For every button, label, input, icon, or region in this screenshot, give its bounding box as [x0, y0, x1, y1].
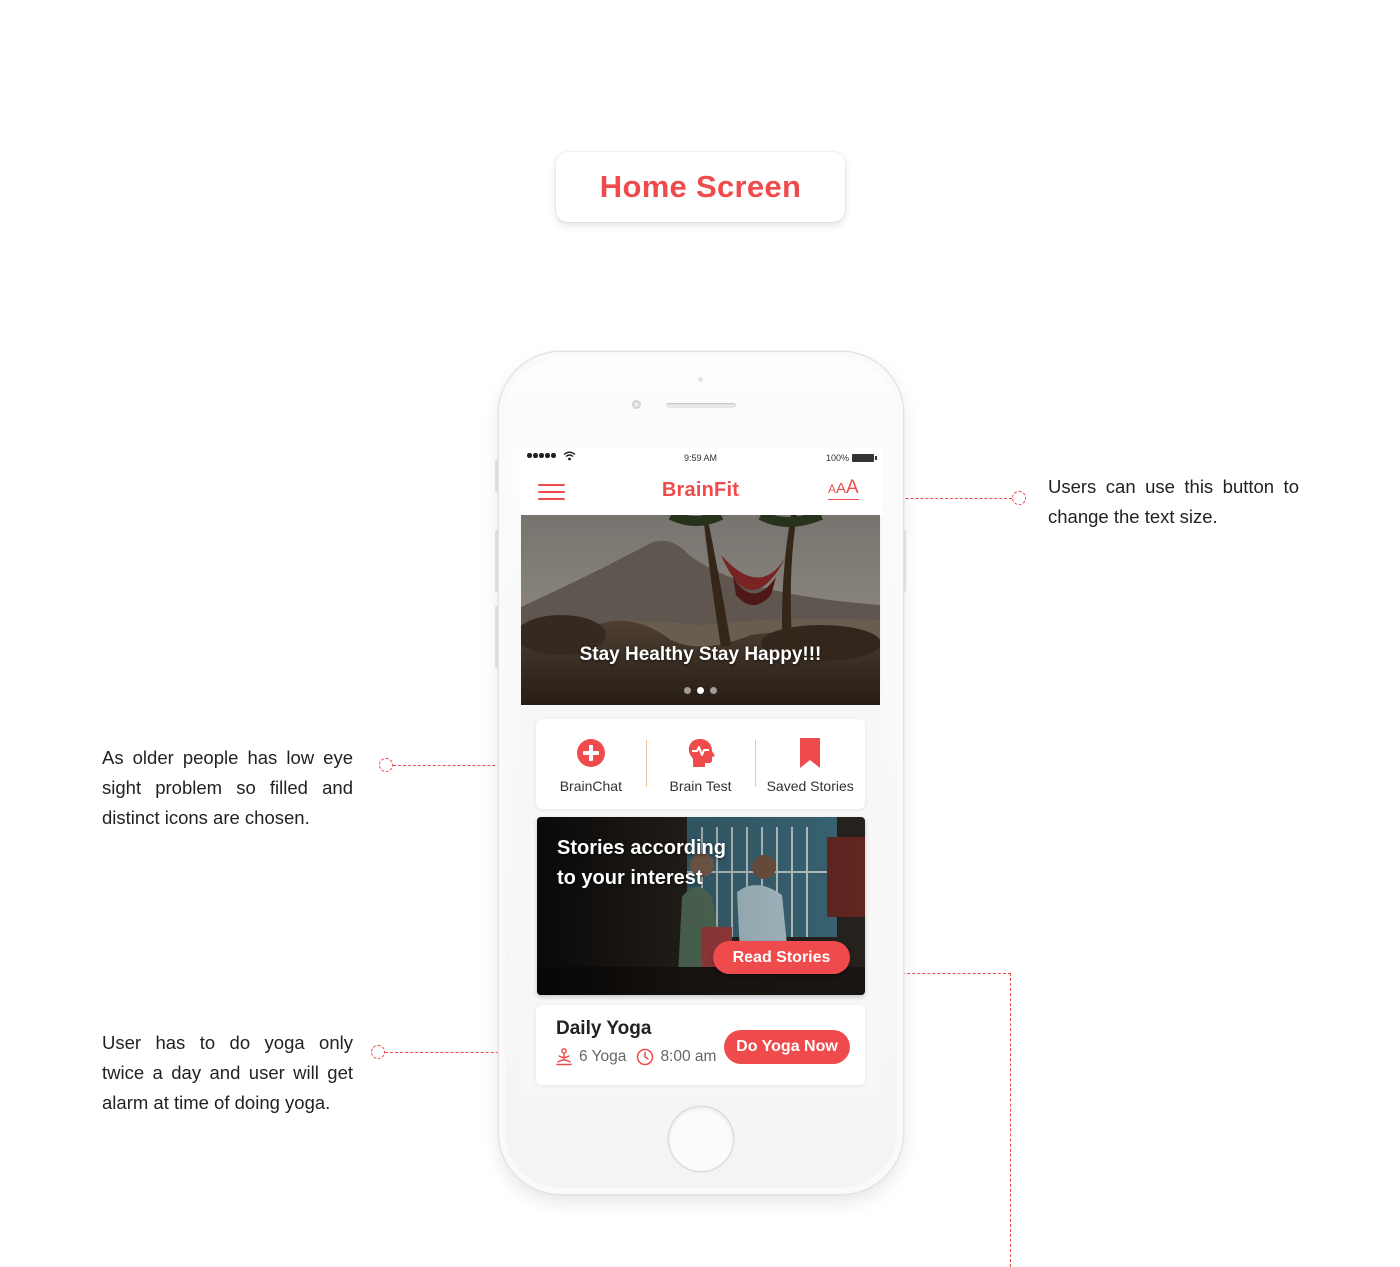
app-bar: BrainFit AAA [519, 468, 882, 515]
daily-yoga-card: Daily Yoga 6 Yoga 8:00 am Do Yoga Now [536, 1005, 865, 1085]
stories-title: Stories according to your interest [557, 833, 777, 893]
page: Home Screen Users can use this button to… [0, 0, 1400, 1267]
hero-carousel[interactable]: Stay Healthy Stay Happy!!! [521, 515, 880, 705]
clock-icon [637, 1048, 654, 1066]
connector-ring [371, 1045, 385, 1059]
plus-circle-icon [576, 739, 605, 767]
battery-status: 100% [825, 453, 877, 463]
stories-title-line2: to your interest [557, 867, 703, 889]
phone-sensor [698, 377, 703, 382]
stories-card[interactable]: Stories according to your interest Read … [537, 817, 865, 995]
app-screen: 9:59 AM 100% BrainFit AAA Stay Healthy S… [519, 448, 882, 1096]
phone-home-button[interactable] [669, 1107, 733, 1171]
brainchat-label: BrainChat [559, 778, 622, 794]
saved-stories-button[interactable]: Saved Stories [755, 719, 865, 809]
carousel-dot[interactable] [710, 687, 717, 694]
stories-title-line1: Stories according [557, 837, 726, 859]
connector-line [1010, 973, 1011, 1267]
carousel-dot-active[interactable] [697, 687, 704, 694]
yoga-time: 8:00 am [660, 1048, 717, 1065]
text-size-button[interactable]: AAA [828, 478, 859, 500]
daily-yoga-meta: 6 Yoga 8:00 am [555, 1048, 716, 1066]
text-size-medium: A [836, 480, 847, 497]
connector-ring [1012, 491, 1026, 505]
text-size-small: A [828, 482, 837, 496]
brainchat-button[interactable]: BrainChat [536, 719, 646, 809]
connector-line [887, 973, 1011, 974]
phone-speaker [666, 403, 736, 408]
text-size-large: A [846, 477, 859, 498]
status-bar: 9:59 AM 100% [519, 448, 882, 468]
do-yoga-now-button[interactable]: Do Yoga Now [724, 1030, 850, 1064]
phone-camera [632, 400, 641, 409]
battery-percent: 100% [825, 453, 849, 463]
screen-title-card: Home Screen [556, 152, 845, 222]
brain-test-button[interactable]: Brain Test [645, 719, 756, 809]
battery-icon [852, 454, 877, 462]
yoga-pose-icon [556, 1048, 572, 1066]
annotation-text-size: Users can use this button to change the … [1048, 476, 1299, 527]
connector-line [886, 498, 1012, 499]
hero-caption: Stay Healthy Stay Happy!!! [579, 644, 822, 665]
carousel-dot[interactable] [684, 687, 691, 694]
brain-test-label: Brain Test [669, 778, 732, 794]
hero-image [521, 515, 880, 705]
brain-head-icon [688, 739, 715, 767]
carousel-indicator[interactable] [521, 687, 880, 694]
daily-yoga-title: Daily Yoga [556, 1018, 652, 1039]
annotation-yoga: User has to do yoga only twice a day and… [102, 1032, 353, 1113]
annotation-icons: As older people has low eye sight proble… [102, 747, 353, 828]
connector-ring [379, 758, 393, 772]
bookmark-icon [800, 738, 821, 768]
read-stories-button[interactable]: Read Stories [713, 941, 850, 974]
screen-title: Home Screen [599, 169, 802, 204]
quick-actions: BrainChat Brain Test Saved Stories [536, 719, 865, 809]
yoga-count: 6 Yoga [579, 1048, 627, 1065]
saved-stories-label: Saved Stories [766, 778, 854, 794]
